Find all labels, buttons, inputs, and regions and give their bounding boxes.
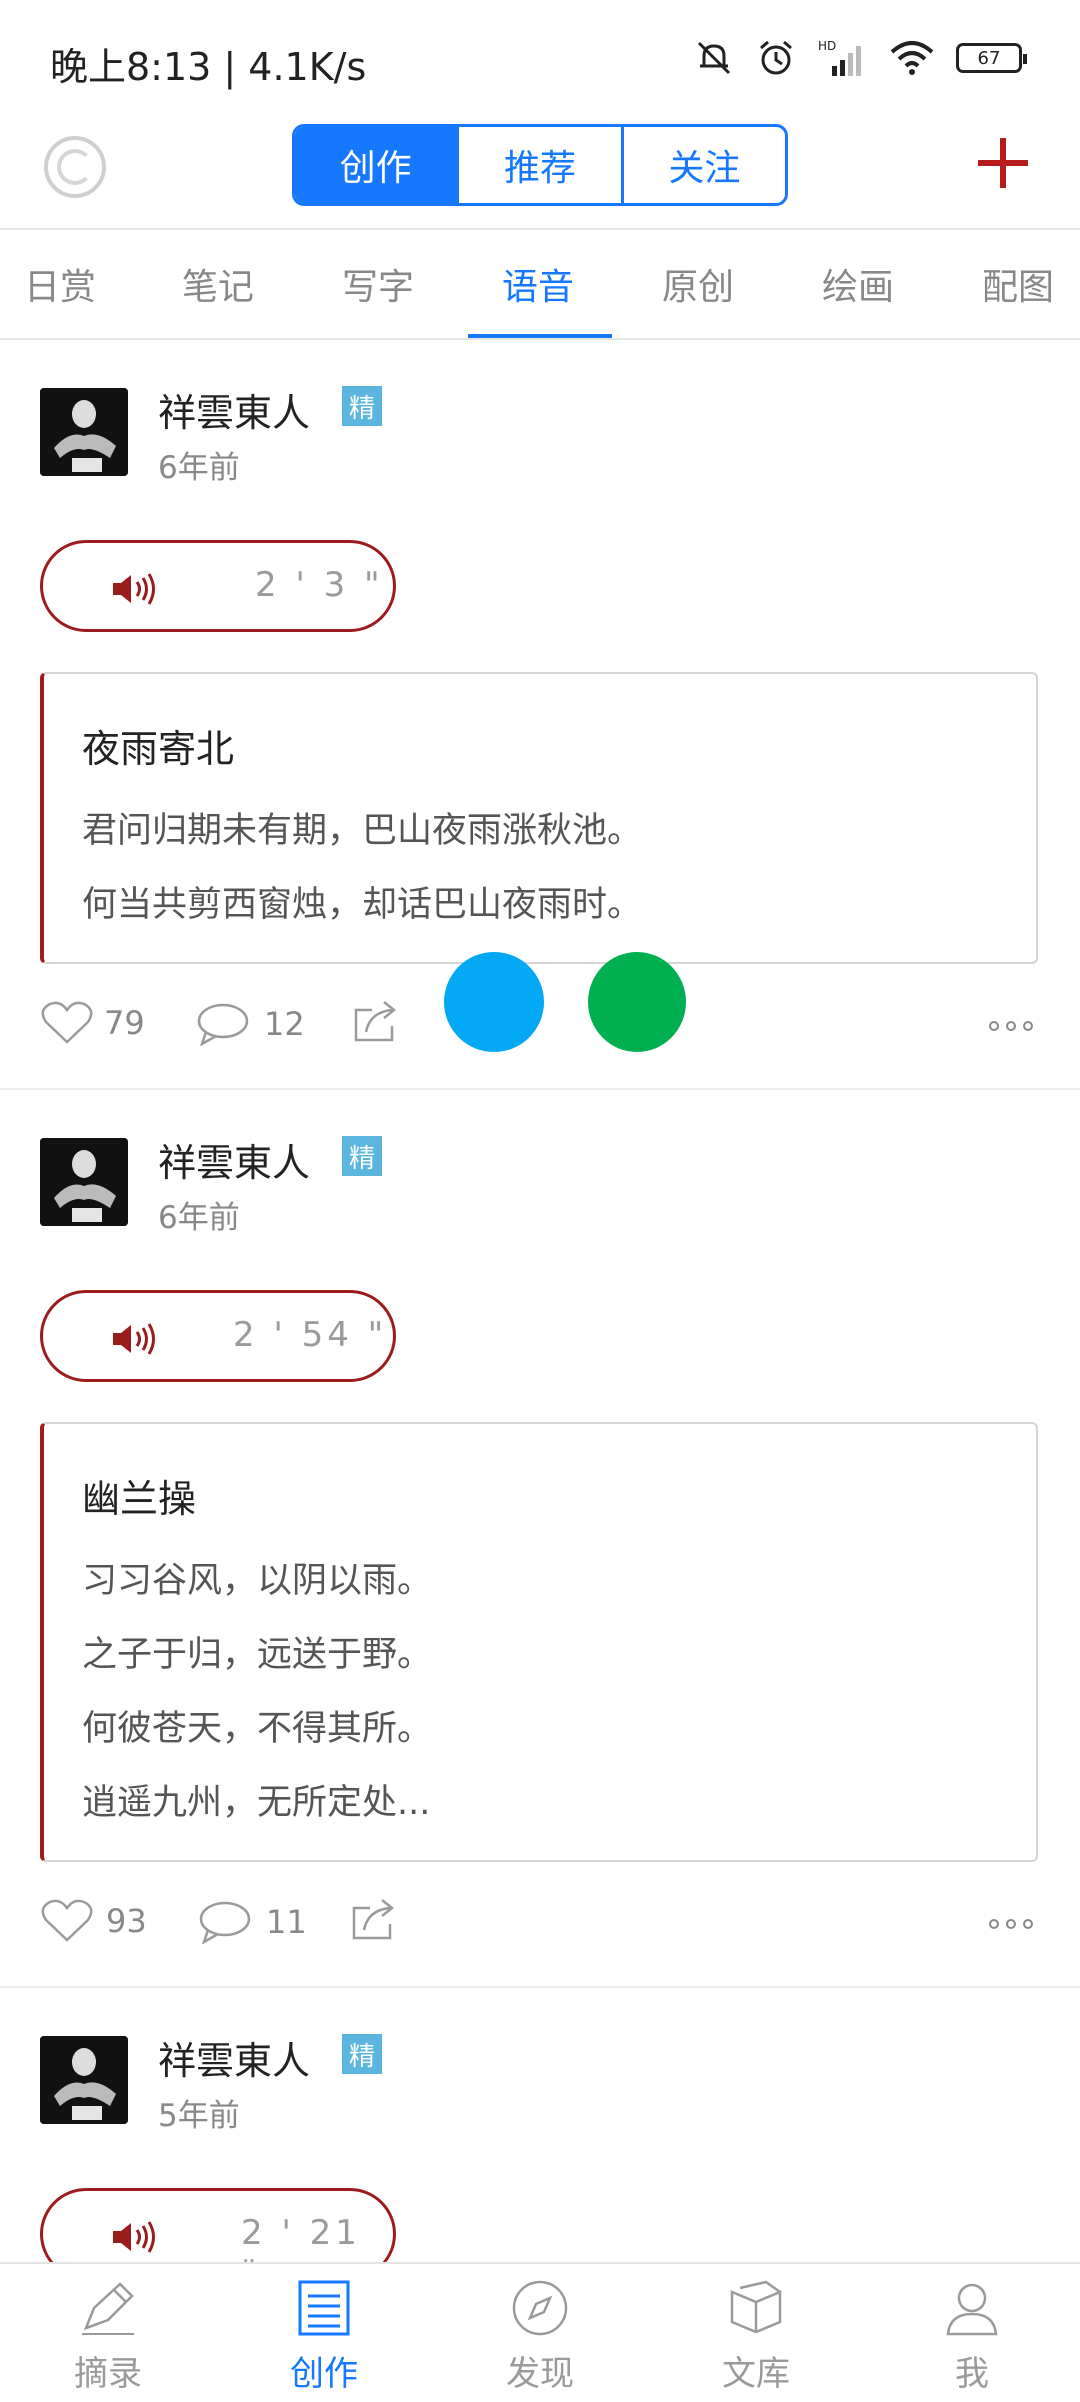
- battery-icon: 67: [956, 43, 1027, 73]
- document-icon: [298, 2280, 350, 2336]
- nav-me[interactable]: 我: [864, 2264, 1080, 2402]
- add-icon[interactable]: [978, 138, 1028, 188]
- poem-card[interactable]: 夜雨寄北 君问归期未有期，巴山夜雨涨秋池。 何当共剪西窗烛，却话巴山夜雨时。: [40, 672, 1038, 964]
- more-icon[interactable]: [988, 1018, 1034, 1034]
- avatar[interactable]: [40, 388, 128, 476]
- audio-player[interactable]: 2 ' 3 ": [40, 540, 396, 632]
- segment-create[interactable]: 创作: [295, 127, 460, 203]
- share-icon[interactable]: [352, 998, 398, 1044]
- compass-icon: [512, 2280, 568, 2336]
- speaker-icon: [113, 1323, 155, 1355]
- author-name[interactable]: 祥雲東人: [158, 382, 310, 437]
- speaker-icon: [113, 573, 155, 605]
- floating-green-bubble[interactable]: [588, 952, 686, 1052]
- like-count: 93: [106, 1902, 147, 1940]
- status-time: 晚上8:13 | 4.1K/s: [50, 45, 367, 89]
- comment-button[interactable]: 12: [196, 1002, 305, 1046]
- poem-line: 何当共剪西窗烛，却话巴山夜雨时。: [82, 885, 643, 925]
- author-name[interactable]: 祥雲東人: [158, 2030, 310, 2085]
- tab-writing[interactable]: 写字: [342, 258, 414, 310]
- tab-original[interactable]: 原创: [662, 258, 734, 310]
- audio-player[interactable]: 2 ' 54 ": [40, 1290, 396, 1382]
- divider: [0, 1986, 1080, 1988]
- like-button[interactable]: 93: [40, 1898, 147, 1944]
- heart-icon: [41, 1001, 93, 1044]
- battery-level: 67: [977, 47, 1001, 69]
- avatar[interactable]: [40, 1138, 128, 1226]
- author-name[interactable]: 祥雲東人: [158, 1132, 310, 1187]
- featured-badge: 精: [342, 386, 382, 426]
- post-time: 6年前: [158, 450, 240, 486]
- status-icons: HD 67: [694, 38, 1027, 78]
- heart-icon: [41, 1899, 93, 1942]
- status-bar: 晚上8:13 | 4.1K/s HD 67: [0, 0, 1080, 120]
- nav-label: 创作: [290, 2354, 358, 2394]
- floating-blue-bubble[interactable]: [444, 952, 544, 1052]
- audio-duration: 2 ' 3 ": [255, 565, 384, 605]
- segment-recommend[interactable]: 推荐: [459, 127, 624, 203]
- segment-control: 创作 推荐 关注: [292, 124, 788, 206]
- poem-title: 夜雨寄北: [82, 727, 235, 771]
- nav-excerpt[interactable]: 摘录: [0, 2264, 216, 2402]
- comment-button[interactable]: 11: [198, 1900, 307, 1944]
- bottom-nav: 摘录 创作 发现 文库 我: [0, 2262, 1080, 2402]
- tab-illustration[interactable]: 配图: [982, 258, 1054, 310]
- mute-bell-icon: [697, 41, 731, 75]
- hd-signal-icon: HD: [818, 39, 861, 76]
- post-time: 5年前: [158, 2098, 240, 2134]
- top-bar: 创作 推荐 关注: [0, 120, 1080, 228]
- like-button[interactable]: 79: [40, 1000, 145, 1046]
- nav-label: 我: [955, 2354, 989, 2394]
- avatar[interactable]: [40, 2036, 128, 2124]
- nav-label: 摘录: [74, 2354, 142, 2394]
- poem-card[interactable]: 幽兰操 习习谷风，以阴以雨。 之子于归，远送于野。 何彼苍天，不得其所。 逍遥九…: [40, 1422, 1038, 1862]
- comment-icon: [199, 1901, 251, 1944]
- share-icon[interactable]: [350, 1896, 396, 1942]
- nav-label: 文库: [722, 2354, 790, 2394]
- poem-line: 何彼苍天，不得其所。: [82, 1709, 433, 1749]
- refresh-icon[interactable]: [44, 136, 106, 198]
- tab-rishang[interactable]: 日赏: [24, 258, 96, 310]
- segment-follow[interactable]: 关注: [624, 127, 785, 203]
- comment-count: 12: [264, 1005, 305, 1043]
- speaker-icon: [113, 2221, 155, 2253]
- comment-count: 11: [266, 1903, 307, 1941]
- category-tabs: 日赏 笔记 写字 语音 原创 绘画 配图: [0, 230, 1080, 338]
- books-icon: [730, 2280, 782, 2334]
- poem-line: 君问归期未有期，巴山夜雨涨秋池。: [82, 811, 643, 851]
- audio-duration: 2 ' 54 ": [233, 1315, 388, 1355]
- divider: [0, 338, 1080, 340]
- like-count: 79: [104, 1004, 145, 1042]
- nav-discover[interactable]: 发现: [432, 2264, 648, 2402]
- nav-library[interactable]: 文库: [648, 2264, 864, 2402]
- alarm-icon: [760, 40, 792, 75]
- wifi-icon: [890, 41, 934, 75]
- featured-badge: 精: [342, 1136, 382, 1176]
- poem-title: 幽兰操: [82, 1477, 197, 1521]
- more-icon[interactable]: [988, 1916, 1034, 1932]
- featured-badge: 精: [342, 2034, 382, 2074]
- user-icon: [946, 2283, 998, 2336]
- poem-line: 逍遥九州，无所定处...: [82, 1783, 431, 1823]
- nav-label: 发现: [506, 2354, 574, 2394]
- nav-create[interactable]: 创作: [216, 2264, 432, 2402]
- poem-line: 习习谷风，以阴以雨。: [82, 1561, 433, 1601]
- post-time: 6年前: [158, 1200, 240, 1236]
- divider: [0, 1088, 1080, 1090]
- svg-text:HD: HD: [818, 39, 836, 53]
- tab-painting[interactable]: 绘画: [822, 258, 894, 310]
- tab-notes[interactable]: 笔记: [182, 258, 254, 310]
- tab-voice[interactable]: 语音: [502, 258, 574, 310]
- comment-icon: [197, 1003, 249, 1046]
- poem-line: 之子于归，远送于野。: [82, 1635, 433, 1675]
- pen-icon: [82, 2282, 134, 2335]
